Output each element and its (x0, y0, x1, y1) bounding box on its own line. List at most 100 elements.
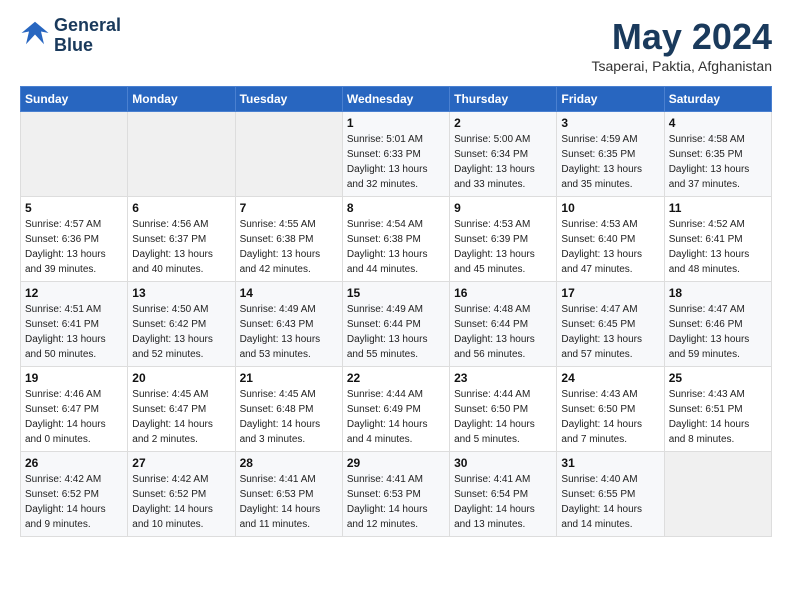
calendar-cell: 16 Sunrise: 4:48 AM Sunset: 6:44 PM Dayli… (450, 282, 557, 367)
day-info: Sunrise: 4:53 AM Sunset: 6:39 PM Dayligh… (454, 217, 552, 277)
calendar-cell: 3Sunrise: 4:59 AM Sunset: 6:35 PM Daylig… (557, 112, 664, 197)
day-number: 23 (454, 371, 552, 385)
calendar-cell (664, 452, 771, 537)
day-info: Sunrise: 4:52 AM Sunset: 6:41 PM Dayligh… (669, 217, 767, 277)
day-number: 12 (25, 286, 123, 300)
day-info: Sunrise: 4:48 AM Sunset: 6:44 PM Dayligh… (454, 302, 552, 362)
calendar-cell: 14 Sunrise: 4:49 AM Sunset: 6:43 PM Dayli… (235, 282, 342, 367)
day-number: 26 (25, 456, 123, 470)
weekday-header: Sunday (21, 87, 128, 112)
calendar-cell: 20 Sunrise: 4:45 AM Sunset: 6:47 PM Dayli… (128, 367, 235, 452)
day-info: Sunrise: 4:45 AM Sunset: 6:47 PM Dayligh… (132, 387, 230, 447)
calendar-week-row: 5Sunrise: 4:57 AM Sunset: 6:36 PM Daylig… (21, 197, 772, 282)
calendar-cell: 22 Sunrise: 4:44 AM Sunset: 6:49 PM Dayli… (342, 367, 449, 452)
day-info: Sunrise: 4:46 AM Sunset: 6:47 PM Dayligh… (25, 387, 123, 447)
day-number: 13 (132, 286, 230, 300)
day-info: Sunrise: 4:49 AM Sunset: 6:43 PM Dayligh… (240, 302, 338, 362)
day-info: Sunrise: 4:43 AM Sunset: 6:51 PM Dayligh… (669, 387, 767, 447)
day-info: Sunrise: 4:45 AM Sunset: 6:48 PM Dayligh… (240, 387, 338, 447)
day-info: Sunrise: 4:44 AM Sunset: 6:50 PM Dayligh… (454, 387, 552, 447)
month-title: May 2024 (591, 16, 772, 58)
day-info: Sunrise: 4:41 AM Sunset: 6:53 PM Dayligh… (240, 472, 338, 532)
day-number: 14 (240, 286, 338, 300)
calendar-cell: 28 Sunrise: 4:41 AM Sunset: 6:53 PM Dayli… (235, 452, 342, 537)
calendar-week-row: 19 Sunrise: 4:46 AM Sunset: 6:47 PM Dayli… (21, 367, 772, 452)
day-number: 24 (561, 371, 659, 385)
day-number: 7 (240, 201, 338, 215)
day-number: 29 (347, 456, 445, 470)
day-info: Sunrise: 4:58 AM Sunset: 6:35 PM Dayligh… (669, 132, 767, 192)
day-number: 2 (454, 116, 552, 130)
weekday-header: Monday (128, 87, 235, 112)
day-info: Sunrise: 4:44 AM Sunset: 6:49 PM Dayligh… (347, 387, 445, 447)
day-info: Sunrise: 4:41 AM Sunset: 6:54 PM Dayligh… (454, 472, 552, 532)
calendar-cell: 21Sunrise: 4:45 AM Sunset: 6:48 PM Dayli… (235, 367, 342, 452)
calendar-cell: 4 Sunrise: 4:58 AM Sunset: 6:35 PM Daylig… (664, 112, 771, 197)
day-number: 28 (240, 456, 338, 470)
page-header: General Blue May 2024 Tsaperai, Paktia, … (20, 16, 772, 74)
day-number: 31 (561, 456, 659, 470)
weekday-header: Tuesday (235, 87, 342, 112)
day-number: 16 (454, 286, 552, 300)
calendar-cell: 7 Sunrise: 4:55 AM Sunset: 6:38 PM Daylig… (235, 197, 342, 282)
calendar-cell: 30 Sunrise: 4:41 AM Sunset: 6:54 PM Dayli… (450, 452, 557, 537)
calendar-week-row: 12 Sunrise: 4:51 AM Sunset: 6:41 PM Dayli… (21, 282, 772, 367)
day-number: 9 (454, 201, 552, 215)
day-info: Sunrise: 4:47 AM Sunset: 6:46 PM Dayligh… (669, 302, 767, 362)
day-number: 18 (669, 286, 767, 300)
day-number: 4 (669, 116, 767, 130)
calendar-table: SundayMondayTuesdayWednesdayThursdayFrid… (20, 86, 772, 537)
day-number: 22 (347, 371, 445, 385)
title-block: May 2024 Tsaperai, Paktia, Afghanistan (591, 16, 772, 74)
day-info: Sunrise: 4:42 AM Sunset: 6:52 PM Dayligh… (25, 472, 123, 532)
day-info: Sunrise: 4:56 AM Sunset: 6:37 PM Dayligh… (132, 217, 230, 277)
weekday-header: Thursday (450, 87, 557, 112)
day-info: Sunrise: 4:49 AM Sunset: 6:44 PM Dayligh… (347, 302, 445, 362)
day-number: 1 (347, 116, 445, 130)
calendar-cell: 15 Sunrise: 4:49 AM Sunset: 6:44 PM Dayli… (342, 282, 449, 367)
day-number: 20 (132, 371, 230, 385)
calendar-week-row: 26 Sunrise: 4:42 AM Sunset: 6:52 PM Dayli… (21, 452, 772, 537)
day-info: Sunrise: 4:55 AM Sunset: 6:38 PM Dayligh… (240, 217, 338, 277)
day-number: 11 (669, 201, 767, 215)
day-info: Sunrise: 4:42 AM Sunset: 6:52 PM Dayligh… (132, 472, 230, 532)
day-info: Sunrise: 4:53 AM Sunset: 6:40 PM Dayligh… (561, 217, 659, 277)
calendar-cell: 11 Sunrise: 4:52 AM Sunset: 6:41 PM Dayli… (664, 197, 771, 282)
calendar-cell: 18 Sunrise: 4:47 AM Sunset: 6:46 PM Dayli… (664, 282, 771, 367)
weekday-header: Wednesday (342, 87, 449, 112)
day-info: Sunrise: 4:43 AM Sunset: 6:50 PM Dayligh… (561, 387, 659, 447)
location: Tsaperai, Paktia, Afghanistan (591, 58, 772, 74)
day-info: Sunrise: 4:50 AM Sunset: 6:42 PM Dayligh… (132, 302, 230, 362)
calendar-cell: 29 Sunrise: 4:41 AM Sunset: 6:53 PM Dayli… (342, 452, 449, 537)
calendar-cell: 25 Sunrise: 4:43 AM Sunset: 6:51 PM Dayli… (664, 367, 771, 452)
day-info: Sunrise: 4:57 AM Sunset: 6:36 PM Dayligh… (25, 217, 123, 277)
day-number: 19 (25, 371, 123, 385)
day-info: Sunrise: 4:51 AM Sunset: 6:41 PM Dayligh… (25, 302, 123, 362)
calendar-cell: 2Sunrise: 5:00 AM Sunset: 6:34 PM Daylig… (450, 112, 557, 197)
day-number: 3 (561, 116, 659, 130)
day-info: Sunrise: 4:41 AM Sunset: 6:53 PM Dayligh… (347, 472, 445, 532)
calendar-cell: 13 Sunrise: 4:50 AM Sunset: 6:42 PM Dayli… (128, 282, 235, 367)
day-number: 25 (669, 371, 767, 385)
day-number: 30 (454, 456, 552, 470)
calendar-cell: 8Sunrise: 4:54 AM Sunset: 6:38 PM Daylig… (342, 197, 449, 282)
day-number: 17 (561, 286, 659, 300)
calendar-cell: 27 Sunrise: 4:42 AM Sunset: 6:52 PM Dayli… (128, 452, 235, 537)
logo: General Blue (20, 16, 121, 56)
day-number: 8 (347, 201, 445, 215)
calendar-cell: 24 Sunrise: 4:43 AM Sunset: 6:50 PM Dayli… (557, 367, 664, 452)
calendar-cell: 10Sunrise: 4:53 AM Sunset: 6:40 PM Dayli… (557, 197, 664, 282)
weekday-header: Friday (557, 87, 664, 112)
day-number: 27 (132, 456, 230, 470)
calendar-cell: 26 Sunrise: 4:42 AM Sunset: 6:52 PM Dayli… (21, 452, 128, 537)
day-number: 15 (347, 286, 445, 300)
day-number: 6 (132, 201, 230, 215)
weekday-header: Saturday (664, 87, 771, 112)
calendar-cell: 1Sunrise: 5:01 AM Sunset: 6:33 PM Daylig… (342, 112, 449, 197)
calendar-header-row: SundayMondayTuesdayWednesdayThursdayFrid… (21, 87, 772, 112)
calendar-week-row: 1Sunrise: 5:01 AM Sunset: 6:33 PM Daylig… (21, 112, 772, 197)
logo-icon (20, 18, 50, 48)
calendar-cell: 19 Sunrise: 4:46 AM Sunset: 6:47 PM Dayli… (21, 367, 128, 452)
calendar-cell: 17Sunrise: 4:47 AM Sunset: 6:45 PM Dayli… (557, 282, 664, 367)
calendar-cell: 12 Sunrise: 4:51 AM Sunset: 6:41 PM Dayli… (21, 282, 128, 367)
